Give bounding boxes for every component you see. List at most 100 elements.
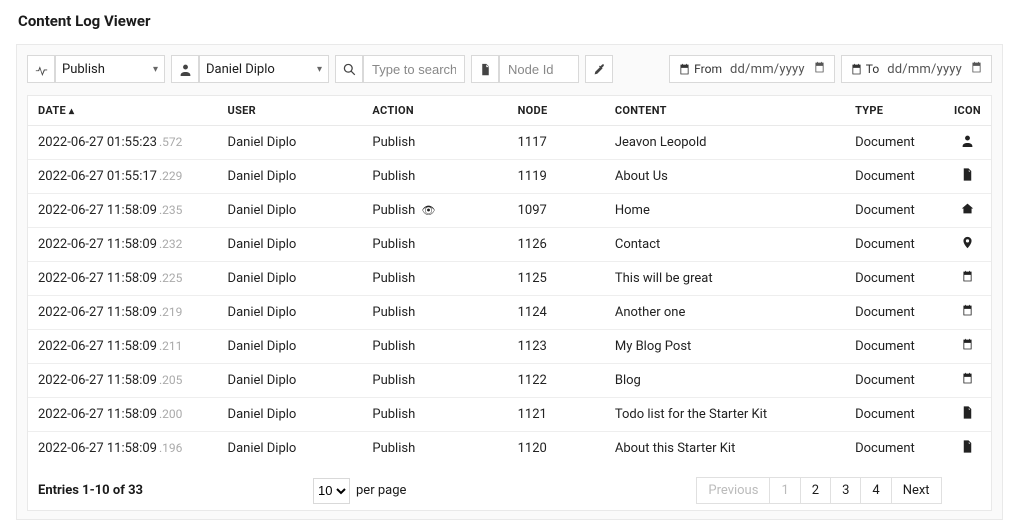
pager-next[interactable]: Next bbox=[892, 478, 941, 503]
action-select[interactable]: Publish ▾ bbox=[55, 55, 165, 83]
cell-user: Daniel Diplo bbox=[218, 330, 363, 364]
cell-user: Daniel Diplo bbox=[218, 194, 363, 228]
per-page-select[interactable]: 10 bbox=[313, 478, 350, 504]
cell-date: 2022-06-27 11:58:09.235 bbox=[28, 194, 218, 228]
pager-page-4[interactable]: 4 bbox=[861, 478, 891, 503]
cell-action: Publish bbox=[362, 228, 507, 262]
table-row[interactable]: 2022-06-27 11:58:09.219Daniel DiploPubli… bbox=[28, 296, 991, 330]
table-row[interactable]: 2022-06-27 01:55:23.572Daniel DiploPubli… bbox=[28, 126, 991, 160]
doc-icon bbox=[961, 170, 974, 185]
cell-date: 2022-06-27 11:58:09.219 bbox=[28, 296, 218, 330]
calendar-icon bbox=[678, 63, 691, 76]
calendar-icon bbox=[813, 61, 826, 78]
from-date-value: dd/mm/yyyy bbox=[730, 62, 805, 77]
cell-action: Publish bbox=[362, 126, 507, 160]
cell-user: Daniel Diplo bbox=[218, 364, 363, 398]
toolbar: Publish ▾ Daniel Diplo ▾ bbox=[27, 55, 992, 83]
col-type[interactable]: TYPE bbox=[845, 96, 944, 126]
eye-icon: 👁 bbox=[421, 204, 435, 217]
cell-date: 2022-06-27 11:58:09.205 bbox=[28, 364, 218, 398]
table-row[interactable]: 2022-06-27 01:55:17.229Daniel DiploPubli… bbox=[28, 160, 991, 194]
search-icon bbox=[335, 55, 363, 83]
cell-date: 2022-06-27 01:55:17.229 bbox=[28, 160, 218, 194]
table-row[interactable]: 2022-06-27 11:58:09.211Daniel DiploPubli… bbox=[28, 330, 991, 364]
calendar-icon bbox=[970, 61, 983, 78]
cell-user: Daniel Diplo bbox=[218, 432, 363, 466]
cell-node: 1117 bbox=[508, 126, 605, 160]
col-content[interactable]: CONTENT bbox=[605, 96, 845, 126]
cell-content: Todo list for the Starter Kit bbox=[605, 398, 845, 432]
cell-type: Document bbox=[845, 398, 944, 432]
entries-info: Entries 1-10 of 33 bbox=[38, 483, 143, 498]
to-label: To bbox=[850, 62, 879, 76]
cell-type: Document bbox=[845, 228, 944, 262]
col-action[interactable]: ACTION bbox=[362, 96, 507, 126]
search-input-wrap bbox=[363, 55, 465, 83]
to-date-input[interactable]: To dd/mm/yyyy bbox=[841, 55, 992, 83]
pager: Previous 1 2 3 4 Next bbox=[696, 477, 941, 504]
table-row[interactable]: 2022-06-27 11:58:09.205Daniel DiploPubli… bbox=[28, 364, 991, 398]
user-select[interactable]: Daniel Diplo ▾ bbox=[199, 55, 329, 83]
from-label: From bbox=[678, 62, 722, 76]
cell-action: Publish bbox=[362, 296, 507, 330]
cell-node: 1122 bbox=[508, 364, 605, 398]
table-row[interactable]: 2022-06-27 11:58:09.232Daniel DiploPubli… bbox=[28, 228, 991, 262]
node-input-wrap bbox=[499, 55, 579, 83]
cell-user: Daniel Diplo bbox=[218, 160, 363, 194]
cell-action: Publish bbox=[362, 364, 507, 398]
cell-date: 2022-06-27 11:58:09.211 bbox=[28, 330, 218, 364]
cell-user: Daniel Diplo bbox=[218, 228, 363, 262]
cell-content: Jeavon Leopold bbox=[605, 126, 845, 160]
table-row[interactable]: 2022-06-27 11:58:09.200Daniel DiploPubli… bbox=[28, 398, 991, 432]
cell-date: 2022-06-27 11:58:09.196 bbox=[28, 432, 218, 466]
per-page-label: per page bbox=[356, 483, 406, 498]
cell-action: Publish bbox=[362, 398, 507, 432]
sort-asc-icon: ▴ bbox=[69, 106, 74, 117]
doc-icon bbox=[961, 408, 974, 423]
col-date[interactable]: DATE▴ bbox=[28, 96, 218, 126]
col-icon[interactable]: ICON bbox=[944, 96, 991, 126]
home-icon bbox=[961, 204, 974, 219]
cell-content: About Us bbox=[605, 160, 845, 194]
node-id-input[interactable] bbox=[500, 56, 564, 82]
cal-icon bbox=[961, 374, 974, 389]
document-icon bbox=[471, 55, 499, 83]
table-row[interactable]: 2022-06-27 11:58:09.235Daniel DiploPubli… bbox=[28, 194, 991, 228]
table-row[interactable]: 2022-06-27 11:58:09.225Daniel DiploPubli… bbox=[28, 262, 991, 296]
cell-icon bbox=[944, 364, 991, 398]
cal-icon bbox=[961, 272, 974, 287]
cell-node: 1121 bbox=[508, 398, 605, 432]
panel: Publish ▾ Daniel Diplo ▾ bbox=[16, 44, 1003, 520]
cell-content: This will be great bbox=[605, 262, 845, 296]
pager-page-2[interactable]: 2 bbox=[801, 478, 831, 503]
action-select-value: Publish bbox=[62, 62, 105, 77]
cell-type: Document bbox=[845, 194, 944, 228]
search-input[interactable] bbox=[364, 56, 464, 82]
from-date-input[interactable]: From dd/mm/yyyy bbox=[669, 55, 835, 83]
col-node[interactable]: NODE bbox=[508, 96, 605, 126]
cell-date: 2022-06-27 01:55:23.572 bbox=[28, 126, 218, 160]
cell-user: Daniel Diplo bbox=[218, 262, 363, 296]
table-row[interactable]: 2022-06-27 11:58:09.196Daniel DiploPubli… bbox=[28, 432, 991, 466]
doc-icon bbox=[961, 442, 974, 457]
cell-action: Publish bbox=[362, 432, 507, 466]
calendar-icon bbox=[850, 63, 863, 76]
pin-icon bbox=[961, 238, 974, 253]
cell-node: 1119 bbox=[508, 160, 605, 194]
cell-content: About this Starter Kit bbox=[605, 432, 845, 466]
page-title: Content Log Viewer bbox=[18, 12, 1003, 30]
cell-content: Another one bbox=[605, 296, 845, 330]
cell-type: Document bbox=[845, 160, 944, 194]
cell-date: 2022-06-27 11:58:09.200 bbox=[28, 398, 218, 432]
activity-icon bbox=[27, 55, 55, 83]
cell-content: Contact bbox=[605, 228, 845, 262]
cell-content: Home bbox=[605, 194, 845, 228]
pager-page-3[interactable]: 3 bbox=[831, 478, 861, 503]
col-user[interactable]: USER bbox=[218, 96, 363, 126]
cell-content: Blog bbox=[605, 364, 845, 398]
eyedropper-icon[interactable] bbox=[585, 55, 613, 83]
cell-type: Document bbox=[845, 364, 944, 398]
cell-node: 1124 bbox=[508, 296, 605, 330]
cell-icon bbox=[944, 228, 991, 262]
user-icon bbox=[961, 136, 974, 151]
